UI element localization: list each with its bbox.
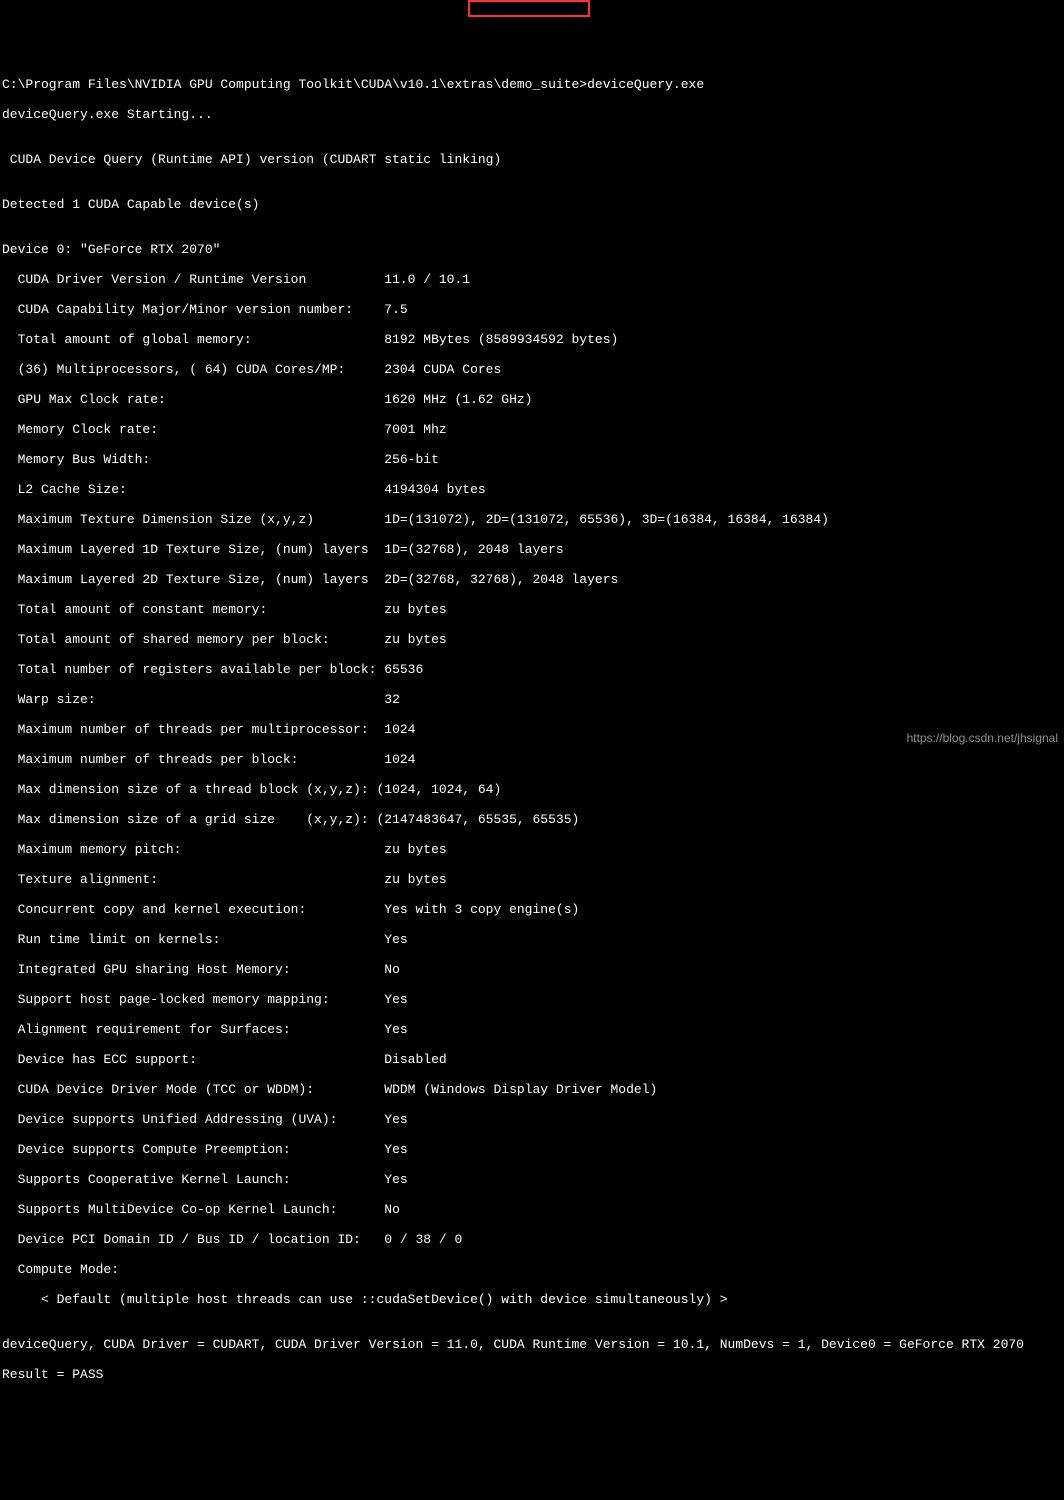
device-property: L2 Cache Size: 4194304 bytes — [2, 482, 1062, 497]
device-property: Device has ECC support: Disabled — [2, 1052, 1062, 1067]
device-property: Maximum number of threads per block: 102… — [2, 752, 1062, 767]
device-property: Support host page-locked memory mapping:… — [2, 992, 1062, 1007]
device-property: CUDA Capability Major/Minor version numb… — [2, 302, 1062, 317]
device-property: Alignment requirement for Surfaces: Yes — [2, 1022, 1062, 1037]
device-property: Supports MultiDevice Co-op Kernel Launch… — [2, 1202, 1062, 1217]
device-property: Texture alignment: zu bytes — [2, 872, 1062, 887]
summary-line: deviceQuery, CUDA Driver = CUDART, CUDA … — [2, 1337, 1062, 1352]
device-property: Integrated GPU sharing Host Memory: No — [2, 962, 1062, 977]
result-line: Result = PASS — [2, 1367, 1062, 1382]
device-property: Device supports Unified Addressing (UVA)… — [2, 1112, 1062, 1127]
detected-line: Detected 1 CUDA Capable device(s) — [2, 197, 1062, 212]
device-property: Maximum memory pitch: zu bytes — [2, 842, 1062, 857]
prompt-command: deviceQuery.exe — [587, 77, 704, 92]
device-property: Compute Mode: — [2, 1262, 1062, 1277]
device-property: Total amount of constant memory: zu byte… — [2, 602, 1062, 617]
device-property: Run time limit on kernels: Yes — [2, 932, 1062, 947]
device-property: CUDA Driver Version / Runtime Version 11… — [2, 272, 1062, 287]
device-header: Device 0: "GeForce RTX 2070" — [2, 242, 1062, 257]
device-property: GPU Max Clock rate: 1620 MHz (1.62 GHz) — [2, 392, 1062, 407]
prompt-line[interactable]: C:\Program Files\NVIDIA GPU Computing To… — [2, 77, 1062, 92]
device-property: Maximum number of threads per multiproce… — [2, 722, 1062, 737]
highlight-rectangle — [468, 0, 590, 17]
device-property: (36) Multiprocessors, ( 64) CUDA Cores/M… — [2, 362, 1062, 377]
device-property: Total amount of global memory: 8192 MByt… — [2, 332, 1062, 347]
device-property: Supports Cooperative Kernel Launch: Yes — [2, 1172, 1062, 1187]
device-property: < Default (multiple host threads can use… — [2, 1292, 1062, 1307]
device-property: Max dimension size of a grid size (x,y,z… — [2, 812, 1062, 827]
device-property: Maximum Layered 1D Texture Size, (num) l… — [2, 542, 1062, 557]
device-property: Maximum Texture Dimension Size (x,y,z) 1… — [2, 512, 1062, 527]
device-property: Device supports Compute Preemption: Yes — [2, 1142, 1062, 1157]
device-property: Concurrent copy and kernel execution: Ye… — [2, 902, 1062, 917]
device-property: Memory Bus Width: 256-bit — [2, 452, 1062, 467]
device-property: Total number of registers available per … — [2, 662, 1062, 677]
device-property: Max dimension size of a thread block (x,… — [2, 782, 1062, 797]
device-property: Warp size: 32 — [2, 692, 1062, 707]
terminal-output: C:\Program Files\NVIDIA GPU Computing To… — [0, 60, 1064, 1399]
device-property: Device PCI Domain ID / Bus ID / location… — [2, 1232, 1062, 1247]
watermark-text: https://blog.csdn.net/jhsignal — [907, 731, 1058, 746]
prompt-path: C:\Program Files\NVIDIA GPU Computing To… — [2, 77, 587, 92]
api-header: CUDA Device Query (Runtime API) version … — [2, 152, 1062, 167]
device-property: Memory Clock rate: 7001 Mhz — [2, 422, 1062, 437]
device-property: Total amount of shared memory per block:… — [2, 632, 1062, 647]
startup-line: deviceQuery.exe Starting... — [2, 107, 1062, 122]
device-property: Maximum Layered 2D Texture Size, (num) l… — [2, 572, 1062, 587]
device-property: CUDA Device Driver Mode (TCC or WDDM): W… — [2, 1082, 1062, 1097]
